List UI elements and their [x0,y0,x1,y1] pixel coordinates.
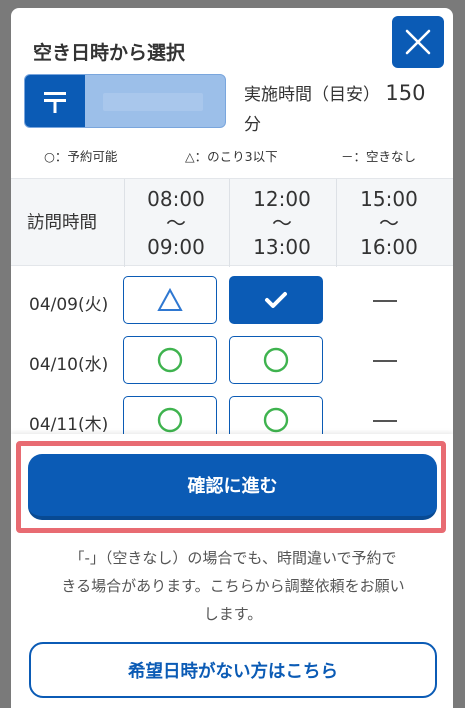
legend-none: －：空きなし [341,149,417,164]
service-name-redacted [103,93,203,111]
close-icon [405,29,431,55]
confirm-button[interactable]: 確認に進む [28,454,437,520]
slot-cell-available[interactable] [123,336,217,384]
slot-cell-none [373,360,397,362]
slot-header-1200: 12:00 〜 13:00 [253,187,311,259]
slot-header-1500: 15:00 〜 16:00 [360,187,418,259]
postal-mark-icon [25,75,85,127]
duration-value: 150 [385,81,426,105]
service-tag [24,74,226,128]
circle-icon [157,407,183,433]
slot-header-0800: 08:00 〜 09:00 [147,187,205,259]
row-date: 04/09(火) [29,295,109,315]
slot-cell-none [373,300,397,302]
legend-few-left: △：のこり3以下 [185,149,278,164]
slot-cell-none [373,420,397,422]
slot-cell-few[interactable] [123,276,217,324]
schedule-header: 訪問時間 08:00 〜 09:00 12:00 〜 13:00 15:00 〜… [11,178,453,267]
no-preferred-time-button[interactable]: 希望日時がない方はこちら [29,642,437,698]
slot-cell-selected[interactable] [229,276,323,324]
circle-icon [157,347,183,373]
circle-icon [263,347,289,373]
row-date: 04/10(水) [29,355,109,375]
checkmark-icon [265,292,287,308]
triangle-icon [157,287,183,311]
legend-available: ○：予約可能 [44,149,118,164]
row-date: 04/11(木) [29,415,109,435]
slot-cell-available[interactable] [229,336,323,384]
close-button[interactable] [392,16,444,68]
duration-label: 実施時間（目安） [244,85,380,105]
schedule-modal: 空き日時から選択 実施時間（目安） 150 分 ○：予約可能 △：のこり3以下 … [11,8,453,708]
visit-time-label: 訪問時間 [27,213,97,233]
duration-unit: 分 [244,115,261,135]
duration-info: 実施時間（目安） 150 分 [244,78,444,140]
circle-icon [263,407,289,433]
availability-notice: 「-」（空きなし）の場合でも、時間違いで予約で きる場合があります。こちらから調… [61,549,405,623]
footer-panel: 確認に進む 「-」（空きなし）の場合でも、時間違いで予約で きる場合があります。… [11,434,453,708]
modal-title: 空き日時から選択 [33,42,186,64]
